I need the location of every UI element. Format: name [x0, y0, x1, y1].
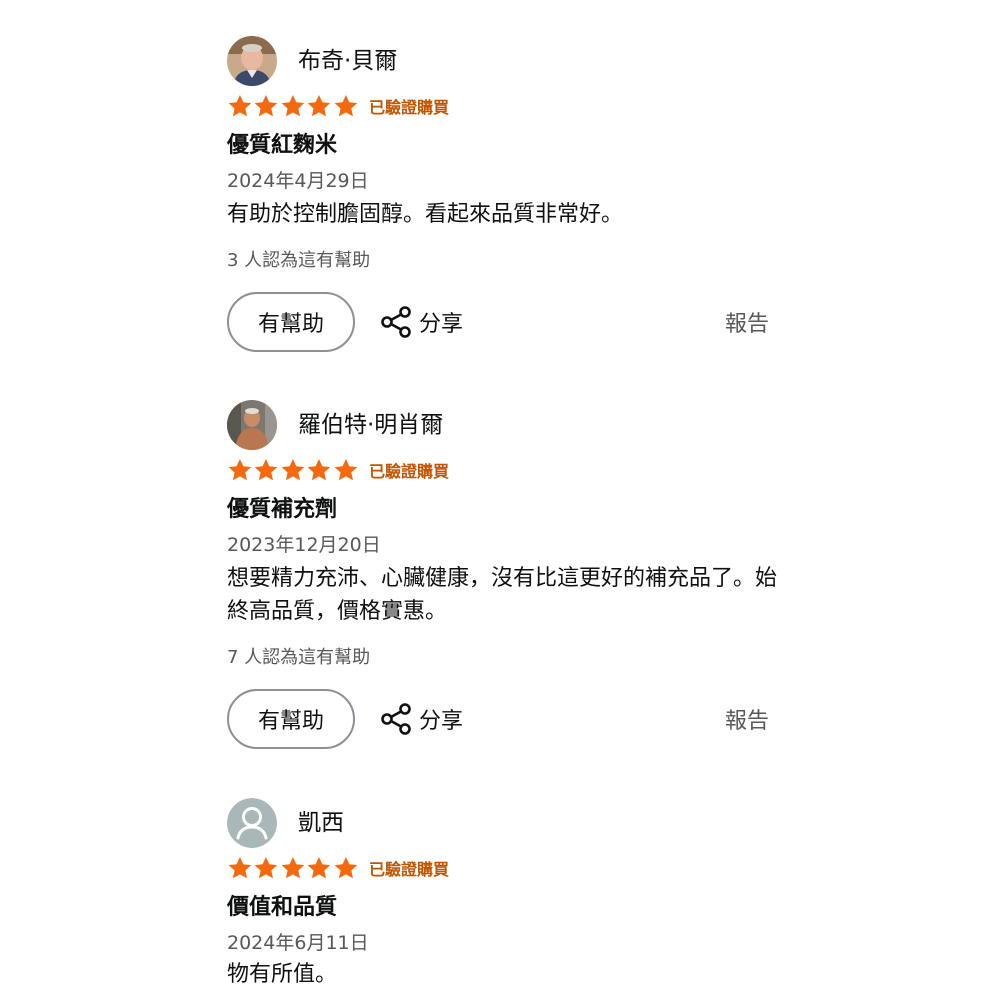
review-card: 布奇·貝爾 已驗證購買 優質紅麴米 2024年4月29日 有助於控制膽固醇。看起… [227, 36, 787, 352]
review-title: 優質紅麴米 [227, 133, 338, 158]
review-card: 羅伯特·明肖爾 已驗證購買 優質補充劑 2023年12月20日 想要精力充沛、心… [227, 400, 787, 749]
review-body: 有助於控制膽固醇。看起來品質非常好。 [227, 202, 624, 227]
share-label: 分享 [419, 312, 464, 337]
review-date: 2024年4月29日 [227, 170, 369, 192]
default-user-icon [227, 798, 277, 848]
share-button[interactable]: 分享 [379, 292, 463, 352]
review-body: 物有所值。 [227, 962, 338, 987]
star-icon [281, 94, 304, 117]
reviewer-profile[interactable]: 凱西 [227, 798, 787, 850]
star-icon [228, 856, 252, 879]
star-icon [228, 94, 252, 117]
helpful-count: 7 人認為這有幫助 [227, 647, 371, 668]
share-icon [381, 703, 411, 735]
star-rating [227, 93, 359, 119]
review-card: 凱西 已驗證購買 價值和品質 2024年6月11日 物有所值。 [227, 798, 787, 987]
review-date: 2024年6月11日 [227, 932, 369, 954]
photo-avatar-icon [227, 36, 277, 86]
review-body: 想要精力充沛、心臟健康，沒有比這更好的補充品了。始終高品質，價格實惠。 [227, 566, 778, 624]
share-icon [381, 306, 411, 338]
star-rating [227, 855, 359, 881]
photo-avatar-icon [227, 400, 277, 450]
star-icon [281, 458, 304, 481]
star-icon [307, 856, 331, 879]
report-link[interactable]: 報告 [725, 689, 769, 749]
rating-row: 已驗證購買 [227, 456, 449, 484]
star-icon [334, 94, 357, 117]
star-icon [255, 458, 278, 481]
star-icon [255, 856, 278, 879]
review-title: 優質補充劑 [227, 497, 338, 522]
helpful-count: 3 人認為這有幫助 [227, 250, 371, 271]
helpful-button[interactable]: 有幫助 [227, 292, 355, 352]
reviewer-profile[interactable]: 羅伯特·明肖爾 [227, 400, 787, 452]
share-label: 分享 [419, 709, 464, 734]
star-icon [334, 458, 357, 481]
star-icon [255, 94, 278, 117]
review-title: 價值和品質 [227, 895, 338, 920]
helpful-button[interactable]: 有幫助 [227, 689, 355, 749]
rating-row: 已驗證購買 [227, 854, 449, 882]
reviewer-profile[interactable]: 布奇·貝爾 [227, 36, 787, 88]
star-icon [334, 856, 357, 879]
star-rating [227, 457, 359, 483]
verified-purchase-badge: 已驗證購買 [369, 98, 450, 117]
star-icon [307, 458, 331, 481]
rating-row: 已驗證購買 [227, 92, 449, 120]
reviewer-name: 布奇·貝爾 [298, 48, 398, 74]
verified-purchase-badge: 已驗證購買 [369, 462, 450, 481]
reviewer-name: 凱西 [298, 810, 344, 836]
review-date: 2023年12月20日 [227, 534, 381, 556]
verified-purchase-badge: 已驗證購買 [369, 860, 450, 879]
reviewer-name: 羅伯特·明肖爾 [298, 412, 444, 438]
star-icon [281, 856, 304, 879]
report-link[interactable]: 報告 [725, 292, 769, 352]
share-button[interactable]: 分享 [379, 689, 463, 749]
star-icon [307, 94, 331, 117]
star-icon [228, 458, 252, 481]
